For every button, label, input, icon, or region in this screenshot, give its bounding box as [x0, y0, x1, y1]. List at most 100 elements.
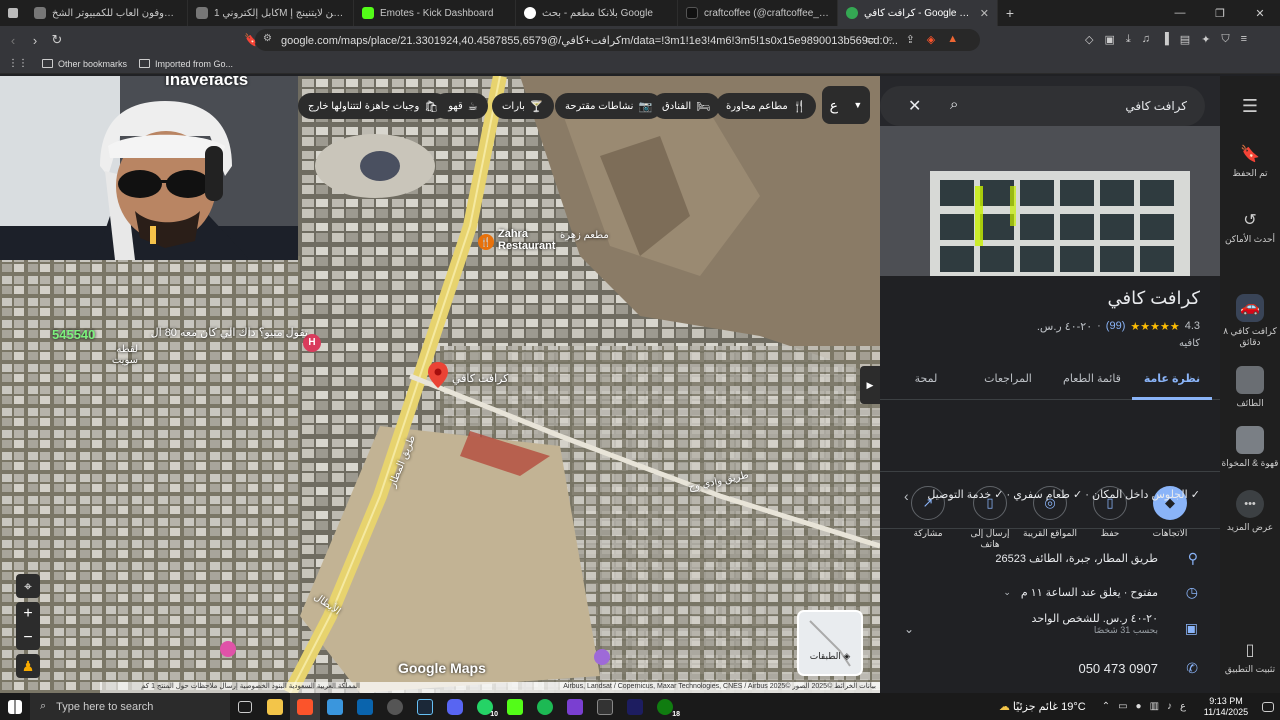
- app-icon[interactable]: [380, 693, 410, 720]
- close-tab-icon[interactable]: ✕: [980, 7, 989, 20]
- minimize-icon[interactable]: —: [1160, 7, 1200, 19]
- craft-cafe-map-label[interactable]: كرافت كافي: [452, 372, 509, 385]
- tab-reviews[interactable]: المراجعات: [968, 372, 1048, 385]
- restore-icon[interactable]: ❐: [1200, 7, 1240, 20]
- hamburger-menu-icon[interactable]: ☰: [1220, 96, 1280, 117]
- my-location-icon[interactable]: ⌖: [16, 574, 40, 598]
- browser-tab[interactable]: Emotes - Kick Dashboard: [354, 0, 516, 26]
- hours-row[interactable]: ◷ مفتوح · يغلق عند الساعة ١١ م ⌄: [880, 578, 1220, 606]
- taskbar-search-input[interactable]: ⌕ Type here to search: [30, 693, 230, 720]
- collapse-panel-icon[interactable]: ▶: [860, 366, 880, 404]
- new-tab-button[interactable]: +: [998, 5, 1022, 21]
- chip-takeout[interactable]: وجبات جاهزة لتتناولها خارج 🛍: [298, 93, 449, 119]
- price-row[interactable]: ▣ ٢٠-٤٠ ر.س. للشخص الواحد بحسب 31 شخصًا: [880, 612, 1220, 648]
- menu-icon[interactable]: ≡: [1241, 33, 1247, 46]
- clock[interactable]: 9:13 PM 11/14/2025: [1196, 696, 1256, 718]
- brave-browser-icon[interactable]: [290, 693, 320, 720]
- tab-search-icon[interactable]: [0, 0, 26, 27]
- network-icon[interactable]: ▥: [1150, 701, 1159, 712]
- rail-install-app[interactable]: ▯ تثبيت التطبيق: [1220, 640, 1280, 675]
- restaurant-pin-icon[interactable]: 🍴: [478, 234, 494, 250]
- map-footer-links[interactable]: المملكة العربية السعودية البنود الخصوصية…: [100, 682, 360, 693]
- microphone-icon[interactable]: ●: [1136, 701, 1142, 712]
- chevron-left-icon[interactable]: ‹: [904, 488, 909, 504]
- back-icon[interactable]: ‹: [2, 33, 24, 48]
- search-box[interactable]: كرافت كافي: [880, 86, 1205, 126]
- rail-recent-place[interactable]: قهوة & المخواة: [1220, 426, 1280, 469]
- close-window-icon[interactable]: ✕: [1240, 7, 1280, 20]
- spotify-icon[interactable]: [530, 693, 560, 720]
- outlook-icon[interactable]: [350, 693, 380, 720]
- chevron-up-icon[interactable]: ⌃: [1102, 701, 1110, 712]
- whatsapp-icon[interactable]: 10: [470, 693, 500, 720]
- rail-recents[interactable]: ↺ أحدث الأماكن: [1220, 210, 1280, 245]
- leo-icon[interactable]: ✦: [1201, 33, 1210, 46]
- notifications-icon[interactable]: [1256, 693, 1280, 720]
- zahra-restaurant-label[interactable]: Zahra Restaurant: [498, 228, 558, 252]
- chip-bars[interactable]: بارات 🍸: [492, 93, 554, 119]
- rail-recent-place[interactable]: الطائف: [1220, 366, 1280, 409]
- file-explorer-icon[interactable]: [260, 693, 290, 720]
- zoom-in-icon[interactable]: +: [16, 602, 40, 626]
- chevron-down-icon[interactable]: ⌄: [904, 622, 914, 636]
- selected-place-pin-icon[interactable]: [428, 362, 448, 388]
- apps-icon[interactable]: ⋮⋮: [8, 58, 28, 69]
- chip-activities[interactable]: نشاطات مقترحة 📷: [555, 93, 663, 119]
- discord-icon[interactable]: [440, 693, 470, 720]
- vpn-icon[interactable]: ⛉: [1221, 33, 1229, 46]
- browser-tab-active[interactable]: كرافت كافي - Google خرائط ✕: [838, 0, 998, 26]
- tab-overview[interactable]: نظرة عامة: [1132, 372, 1212, 400]
- zoom-out-icon[interactable]: −: [16, 626, 40, 650]
- rail-more[interactable]: ••• عرض المزيد: [1220, 490, 1280, 533]
- bookmark-folder[interactable]: Other bookmarks: [42, 59, 127, 69]
- forward-icon[interactable]: ›: [24, 33, 46, 48]
- app-icon[interactable]: [560, 693, 590, 720]
- media-icon[interactable]: ♫: [1142, 33, 1150, 46]
- rail-recent-place[interactable]: 🚗 كرافت كافي ٨ دقائق: [1220, 294, 1280, 348]
- sidebar-icon[interactable]: ▐: [1161, 33, 1169, 46]
- volume-icon[interactable]: ♪: [1167, 701, 1172, 712]
- tab-about[interactable]: لمحة: [886, 372, 966, 385]
- place-pin-icon[interactable]: [594, 649, 610, 665]
- browser-tab[interactable]: كابل إلكتروني 1M من يوجرين لايتنينج إ: [188, 0, 354, 26]
- app-icon[interactable]: [620, 693, 650, 720]
- steam-icon[interactable]: [410, 693, 440, 720]
- wallet-icon[interactable]: ▤: [1180, 33, 1190, 46]
- app-icon[interactable]: [590, 693, 620, 720]
- close-icon[interactable]: ✕: [908, 96, 921, 116]
- language-indicator[interactable]: ع: [1180, 701, 1186, 712]
- zoom-icon[interactable]: ⌕: [887, 33, 893, 46]
- weather-widget[interactable]: 19°C غائم جزئيًا ☁: [999, 700, 1086, 713]
- address-row[interactable]: ⚲ طريق المطار، جبرة، الطائف 26523: [880, 544, 1220, 572]
- rewards-icon[interactable]: ▲: [947, 33, 958, 46]
- download-icon[interactable]: ⤓: [1126, 33, 1131, 46]
- chevron-down-icon[interactable]: ⌄: [1003, 587, 1011, 598]
- review-count[interactable]: (99): [1106, 320, 1126, 333]
- phone-row[interactable]: ✆ 050 473 0907: [880, 654, 1220, 682]
- chip-nearby-restaurants[interactable]: مطاعم مجاورة 🍴: [716, 93, 817, 119]
- rail-saved[interactable]: 🔖 تم الحفظ: [1220, 144, 1280, 179]
- battery-icon[interactable]: ▭: [1118, 701, 1127, 712]
- extension-icon[interactable]: ▣: [1104, 33, 1114, 46]
- task-view-icon[interactable]: [230, 693, 260, 720]
- pegman-icon[interactable]: ♟: [16, 654, 40, 678]
- tab-menu[interactable]: قائمة الطعام: [1052, 372, 1132, 385]
- browser-tab[interactable]: craftcoffee (@craftcoffee_9) | TikTok: [678, 0, 838, 26]
- site-info-icon[interactable]: ⚙: [263, 33, 272, 44]
- browser-tab[interactable]: فيفين ميكروفون العاب للكمبيوتر الشخ: [26, 0, 188, 26]
- chip-hotels[interactable]: الفنادق 🛏: [652, 93, 721, 119]
- share-icon[interactable]: ⇪: [906, 33, 915, 46]
- place-category[interactable]: كافيه: [880, 338, 1200, 349]
- windows-start-icon[interactable]: [0, 693, 30, 720]
- kick-app-icon[interactable]: [500, 693, 530, 720]
- search-icon[interactable]: ⌕: [950, 96, 958, 113]
- xbox-icon[interactable]: 18: [650, 693, 680, 720]
- service-options[interactable]: ✓ الجلوس داخل المكان · ✓ طعام سفري · ✓ خ…: [880, 488, 1200, 501]
- map-menu-button[interactable]: ع ▼: [822, 86, 870, 124]
- cast-icon[interactable]: ▭: [865, 33, 875, 46]
- reload-icon[interactable]: ↻: [46, 32, 68, 48]
- store-icon[interactable]: [320, 693, 350, 720]
- brave-shield-icon[interactable]: ◈: [927, 33, 935, 46]
- shopping-pin-icon[interactable]: [220, 641, 236, 657]
- layers-button[interactable]: الطبقات ◈: [798, 651, 862, 662]
